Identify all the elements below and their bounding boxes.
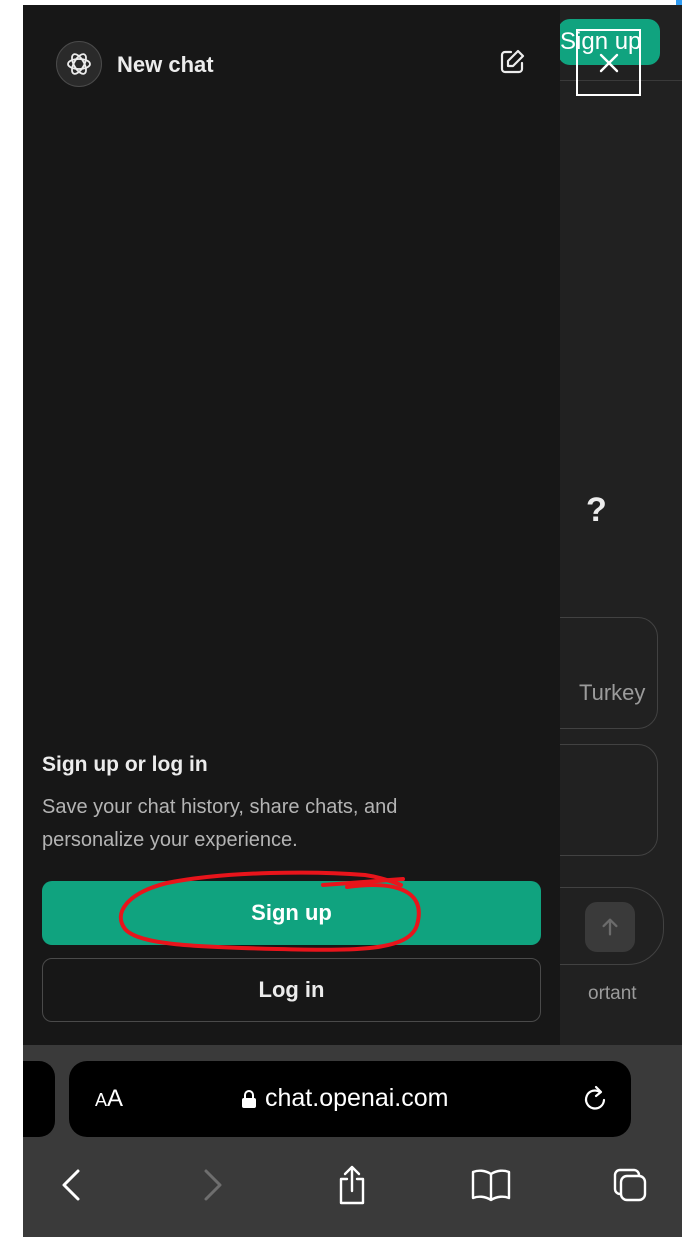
login-button-label: Log in — [258, 977, 325, 1002]
close-icon — [599, 53, 618, 72]
close-sidebar-button[interactable] — [576, 29, 641, 96]
sidebar: New chat Sign up or log in Save your cha… — [23, 5, 560, 1045]
text-size-button[interactable]: AA — [95, 1085, 123, 1113]
auth-description: Save your chat history, share chats, and… — [42, 796, 398, 851]
background-heading-fragment: ? — [586, 491, 607, 529]
url-text: chat.openai.com — [265, 1084, 449, 1112]
phone-screen: Sign up ? Turkey ortant New chat Sign up… — [23, 5, 682, 1237]
bookmarks-button[interactable] — [461, 1155, 521, 1215]
browser-toolbar: AA chat.openai.com — [23, 1045, 682, 1237]
share-icon — [339, 1165, 365, 1205]
tabs-button[interactable] — [600, 1155, 660, 1215]
share-button[interactable] — [322, 1155, 382, 1215]
left-margin — [0, 0, 23, 1237]
previous-tab-edge[interactable] — [23, 1061, 55, 1137]
background-chat-page: Sign up ? Turkey ortant — [518, 5, 682, 1045]
signup-button-label: Sign up — [251, 900, 332, 925]
suggestion-card-text: Turkey — [579, 680, 646, 705]
sidebar-header: New chat — [23, 5, 560, 115]
back-icon — [62, 1169, 80, 1201]
address-bar[interactable]: AA chat.openai.com — [69, 1061, 631, 1137]
openai-logo-icon[interactable] — [56, 41, 102, 87]
reload-icon[interactable] — [579, 1083, 611, 1115]
tabs-icon — [613, 1168, 647, 1202]
send-arrow-icon — [585, 902, 635, 952]
new-chat-label[interactable]: New chat — [117, 52, 214, 78]
edit-icon[interactable] — [497, 47, 527, 77]
url-display[interactable]: chat.openai.com — [241, 1084, 448, 1113]
forward-button[interactable] — [183, 1155, 243, 1215]
signup-button[interactable]: Sign up — [42, 881, 541, 945]
auth-title: Sign up or log in — [42, 753, 208, 776]
lock-icon — [242, 1089, 256, 1108]
disclaimer-fragment: ortant — [588, 983, 637, 1004]
bookmarks-icon — [471, 1169, 511, 1202]
back-button[interactable] — [41, 1155, 101, 1215]
browser-nav-row — [23, 1155, 682, 1215]
forward-icon — [204, 1169, 222, 1201]
login-button[interactable]: Log in — [42, 958, 541, 1022]
